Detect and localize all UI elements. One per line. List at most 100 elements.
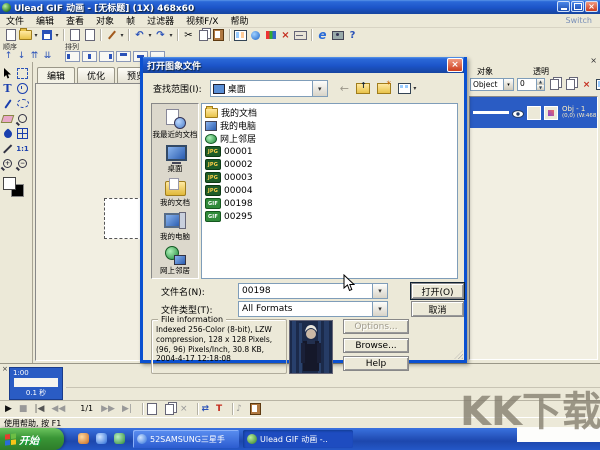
restore-button[interactable] [571,1,584,12]
object-panel-close-icon[interactable]: × [590,57,597,65]
file-item[interactable]: JPG 00001 [203,145,457,158]
duplicate-object-icon[interactable] [548,78,561,91]
file-type-select[interactable]: All Formats ▾ [238,301,388,317]
copy-object-icon[interactable] [564,78,577,91]
menu-video-fx[interactable]: 视频F/X [180,14,224,27]
help-button[interactable]: Help [343,356,409,371]
place-my-documents[interactable]: 我的文档 [152,176,198,207]
next-frame-icon[interactable]: ▶▶ [101,404,115,414]
file-item[interactable]: JPG 00003 [203,171,457,184]
duplicate-frame-icon[interactable] [163,403,176,415]
delete-object-icon[interactable]: × [580,78,593,91]
context-help-icon[interactable]: ? [345,28,360,42]
time-tool-icon[interactable] [15,81,30,96]
new-folder-icon[interactable] [376,80,391,94]
cancel-button[interactable]: 取消 [411,301,464,317]
align-center-h-icon[interactable] [82,51,97,62]
file-item[interactable]: GIF 00295 [203,210,457,223]
wand-dropdown-icon[interactable]: ▾ [119,32,125,39]
foreground-color-swatch[interactable] [3,177,16,190]
actual-size-tool-icon[interactable]: 1:1 [15,141,30,156]
previous-frame-icon[interactable]: ◀◀ [51,404,65,414]
menu-frame[interactable]: 帧 [120,14,141,27]
dialog-close-button[interactable]: × [447,58,463,72]
transparency-spinner[interactable]: 0 ▲ ▼ [517,78,545,91]
paste-icon[interactable] [211,28,226,42]
align-top-icon[interactable] [116,51,131,62]
add-frame-icon[interactable] [146,403,159,415]
open-button[interactable]: 打开(O) [410,282,465,300]
quick-launch-icon-2[interactable] [96,433,107,444]
file-item[interactable]: JPG 00002 [203,158,457,171]
palette-icon[interactable] [263,28,278,42]
mail-icon[interactable] [293,28,308,42]
place-my-computer[interactable]: 我的电脑 [152,210,198,241]
zoom-out-tool-icon[interactable]: − [15,156,30,171]
place-desktop[interactable]: 桌面 [152,142,198,173]
copy-icon[interactable] [196,28,211,42]
move-up-icon[interactable]: ↑ [3,51,14,61]
close-button[interactable]: × [585,1,598,12]
menu-help[interactable]: 帮助 [224,14,254,27]
cut-icon[interactable]: ✂ [181,28,196,42]
file-item[interactable]: JPG 00004 [203,184,457,197]
canvas-selection[interactable] [104,198,143,239]
reverse-frames-icon[interactable]: ⇄ [201,404,209,414]
object-mask-swatch[interactable] [527,105,541,120]
up-one-level-icon[interactable] [355,81,370,94]
delete-frame-icon[interactable]: × [180,404,188,414]
menu-view[interactable]: 查看 [60,14,90,27]
save-icon[interactable] [39,28,54,42]
fill-tool-icon[interactable] [0,126,15,141]
redo-dropdown-icon[interactable]: ▾ [168,32,174,39]
tab-optimize[interactable]: 优化 [77,67,116,84]
add-image-icon[interactable] [67,28,82,42]
visibility-eye-icon[interactable] [512,103,524,122]
open-file-icon[interactable] [18,28,33,42]
select-tool-icon[interactable] [0,66,15,81]
menu-object[interactable]: 对象 [90,14,120,27]
align-right-icon[interactable] [99,51,114,62]
sound-icon[interactable]: ♪ [236,404,242,414]
align-left-icon[interactable] [65,51,80,62]
first-frame-icon[interactable]: |◀ [34,404,44,414]
minimize-button[interactable] [557,1,570,12]
view-menu-icon[interactable]: ▾ [397,83,418,94]
quick-launch-icon-1[interactable] [78,433,89,444]
file-type-dropdown-icon[interactable]: ▾ [372,302,387,316]
look-in-dropdown-icon[interactable]: ▾ [311,81,327,96]
back-icon[interactable]: ← [340,83,349,94]
object-row[interactable]: Obj - 1 (0,0) (W:468, H:60) [470,97,600,128]
grid-tool-icon[interactable] [15,126,30,141]
play-icon[interactable]: ▶ [5,404,12,414]
taskbar-task-ulead[interactable]: Ulead GIF 动画 -.. [243,430,353,448]
wand-tool-icon[interactable] [104,28,119,42]
menu-edit[interactable]: 编辑 [30,14,60,27]
text-tool-icon[interactable]: T [0,81,15,96]
capture-icon[interactable] [330,28,345,42]
object-type-select[interactable]: Object ▾ [470,78,514,91]
file-item[interactable]: 我的电脑 [203,119,457,132]
look-in-select[interactable]: 桌面 ▾ [209,80,328,97]
add-video-icon[interactable] [82,28,97,42]
file-name-input[interactable]: 00198 ▾ [238,283,388,299]
pick-object-tool-icon[interactable] [15,66,30,81]
spin-down-icon[interactable]: ▼ [536,84,544,90]
file-item[interactable]: 网上邻居 [203,132,457,145]
lasso-tool-icon[interactable] [15,96,30,111]
move-to-back-icon[interactable]: ⇊ [42,51,53,61]
resize-grip[interactable] [454,350,463,359]
magnifier-tool-icon[interactable] [15,111,30,126]
file-item[interactable]: 我的文档 [203,105,457,119]
tab-edit[interactable]: 编辑 [37,67,76,84]
delete-icon[interactable]: × [278,28,293,42]
tween-icon[interactable]: T [216,404,222,414]
move-down-icon[interactable]: ↓ [16,51,27,61]
timeline-close-icon[interactable]: × [2,365,8,373]
browse-button[interactable]: Browse... [343,338,409,353]
start-button[interactable]: 开始 [0,428,64,450]
stop-icon[interactable]: ■ [19,404,28,414]
redo-icon[interactable]: ↷ [153,28,168,42]
eraser-tool-icon[interactable] [0,111,15,126]
menu-file[interactable]: 文件 [0,14,30,27]
